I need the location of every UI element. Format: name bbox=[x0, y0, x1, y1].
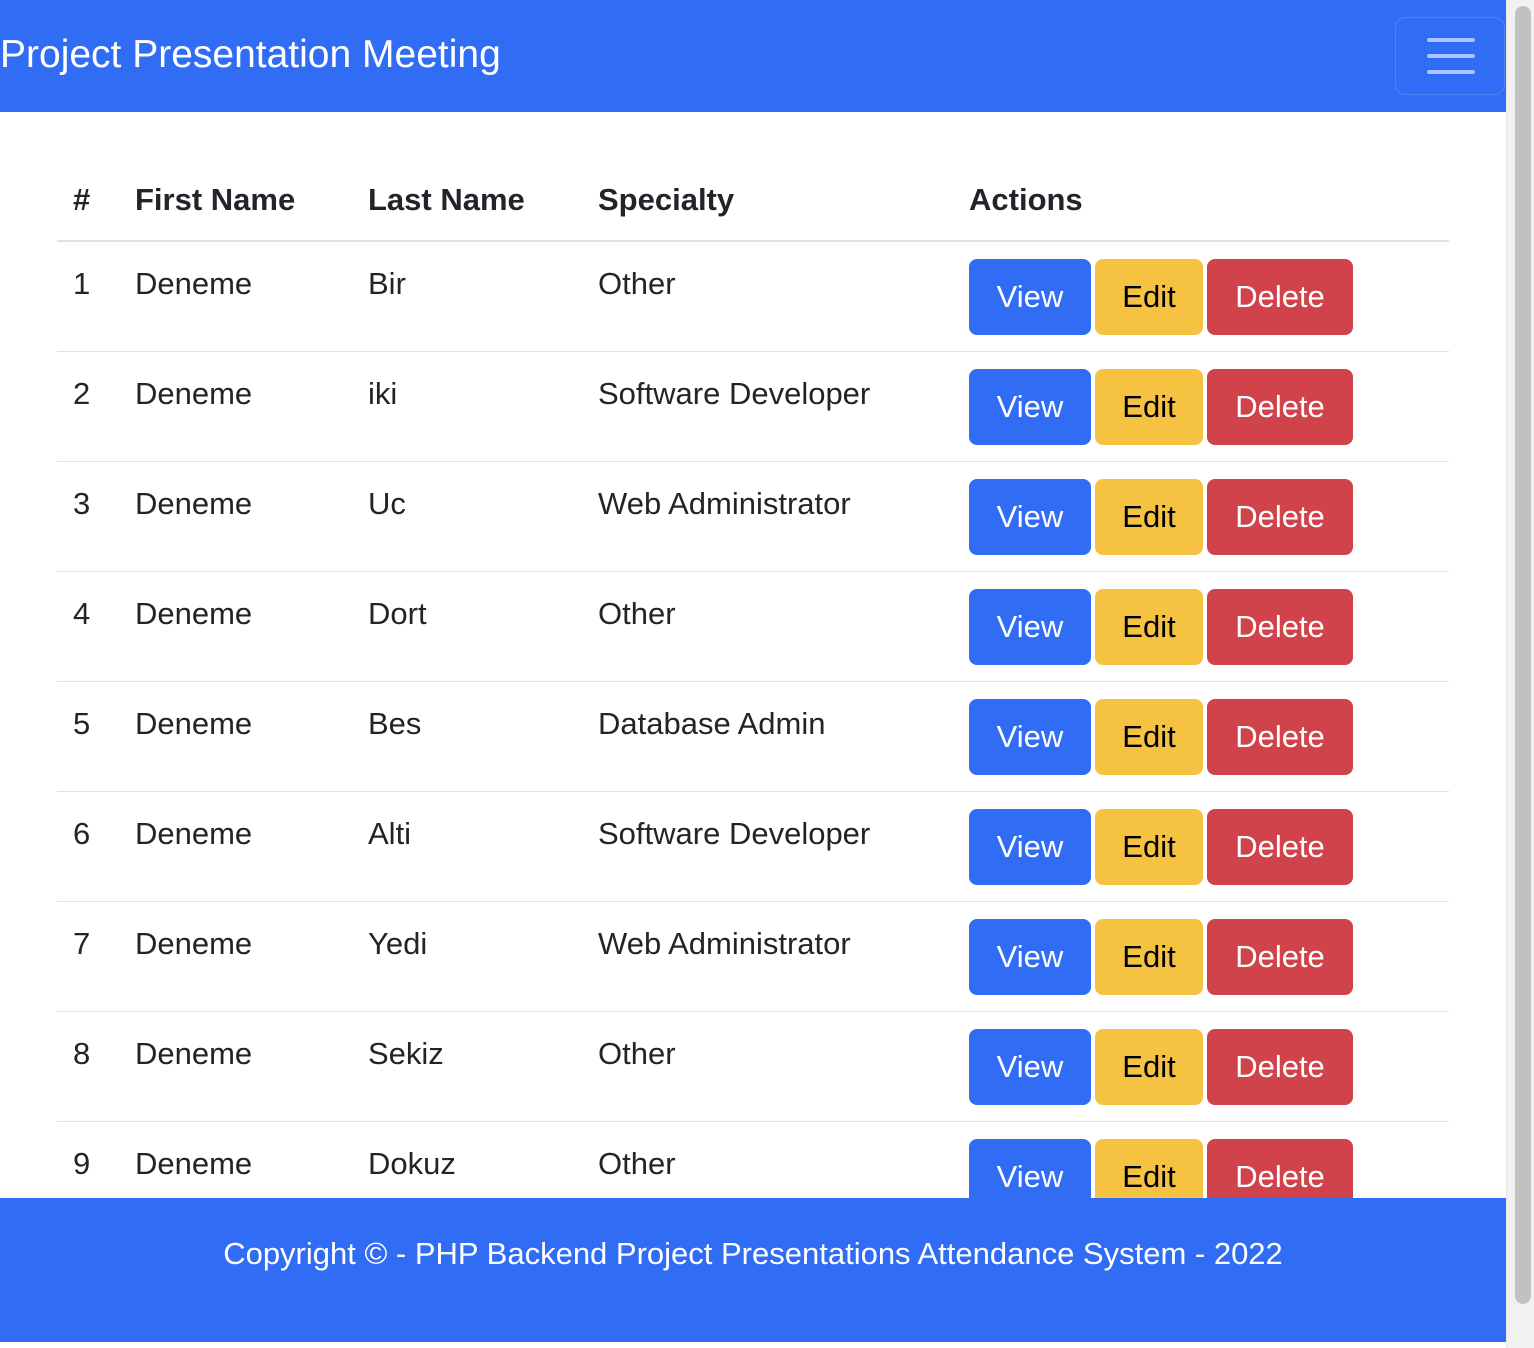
header-last-name: Last Name bbox=[352, 160, 582, 242]
cell-first-name: Deneme bbox=[119, 351, 352, 462]
delete-button[interactable]: Delete bbox=[1207, 259, 1353, 335]
cell-actions: View Edit Delete bbox=[953, 571, 1449, 682]
cell-last-name: Sekiz bbox=[352, 1011, 582, 1122]
cell-number: 6 bbox=[57, 791, 119, 902]
cell-specialty: Software Developer bbox=[582, 791, 953, 902]
cell-actions: View Edit Delete bbox=[953, 901, 1449, 1012]
edit-button[interactable]: Edit bbox=[1095, 918, 1203, 995]
edit-button[interactable]: Edit bbox=[1095, 808, 1203, 885]
delete-button[interactable]: Delete bbox=[1207, 1028, 1353, 1105]
cell-last-name: Bes bbox=[352, 681, 582, 792]
table-header-row: # First Name Last Name Specialty Actions bbox=[57, 160, 1449, 242]
delete-button[interactable]: Delete bbox=[1207, 588, 1353, 665]
cell-actions: View Edit Delete bbox=[953, 461, 1449, 572]
cell-number: 3 bbox=[57, 461, 119, 572]
footer: Copyright © - PHP Backend Project Presen… bbox=[0, 1198, 1506, 1342]
header-actions: Actions bbox=[953, 160, 1449, 242]
edit-button[interactable]: Edit bbox=[1095, 588, 1203, 665]
cell-last-name: Alti bbox=[352, 791, 582, 902]
cell-specialty: Web Administrator bbox=[582, 901, 953, 1012]
cell-first-name: Deneme bbox=[119, 1011, 352, 1122]
footer-copyright: Copyright © - PHP Backend Project Presen… bbox=[223, 1236, 1283, 1271]
cell-number: 8 bbox=[57, 1011, 119, 1122]
cell-specialty: Database Admin bbox=[582, 681, 953, 792]
cell-first-name: Deneme bbox=[119, 681, 352, 792]
cell-specialty: Other bbox=[582, 571, 953, 682]
cell-first-name: Deneme bbox=[119, 241, 352, 352]
view-button[interactable]: View bbox=[969, 478, 1091, 555]
edit-button[interactable]: Edit bbox=[1095, 259, 1203, 335]
hamburger-icon bbox=[1427, 38, 1475, 42]
cell-specialty: Other bbox=[582, 1011, 953, 1122]
cell-actions: View Edit Delete bbox=[953, 791, 1449, 902]
view-button[interactable]: View bbox=[969, 918, 1091, 995]
table-row: 8 Deneme Sekiz Other View Edit Delete bbox=[57, 1011, 1449, 1122]
cell-number: 4 bbox=[57, 571, 119, 682]
view-button[interactable]: View bbox=[969, 368, 1091, 445]
edit-button[interactable]: Edit bbox=[1095, 1028, 1203, 1105]
header-specialty: Specialty bbox=[582, 160, 953, 242]
navbar: Project Presentation Meeting bbox=[0, 0, 1506, 112]
view-button[interactable]: View bbox=[969, 259, 1091, 335]
edit-button[interactable]: Edit bbox=[1095, 698, 1203, 775]
cell-first-name: Deneme bbox=[119, 791, 352, 902]
cell-number: 1 bbox=[57, 241, 119, 352]
cell-last-name: Yedi bbox=[352, 901, 582, 1012]
cell-specialty: Web Administrator bbox=[582, 461, 953, 572]
table-row: 1 Deneme Bir Other View Edit Delete bbox=[57, 241, 1449, 352]
view-button[interactable]: View bbox=[969, 588, 1091, 665]
delete-button[interactable]: Delete bbox=[1207, 478, 1353, 555]
cell-number: 5 bbox=[57, 681, 119, 792]
table-row: 3 Deneme Uc Web Administrator View Edit De… bbox=[57, 461, 1449, 572]
delete-button[interactable]: Delete bbox=[1207, 368, 1353, 445]
scrollbar[interactable] bbox=[1506, 0, 1534, 1348]
edit-button[interactable]: Edit bbox=[1095, 368, 1203, 445]
attendees-table: # First Name Last Name Specialty Actions… bbox=[57, 160, 1449, 1232]
delete-button[interactable]: Delete bbox=[1207, 808, 1353, 885]
view-button[interactable]: View bbox=[969, 1028, 1091, 1105]
view-button[interactable]: View bbox=[969, 808, 1091, 885]
cell-last-name: Dort bbox=[352, 571, 582, 682]
cell-first-name: Deneme bbox=[119, 571, 352, 682]
edit-button[interactable]: Edit bbox=[1095, 478, 1203, 555]
cell-specialty: Software Developer bbox=[582, 351, 953, 462]
cell-specialty: Other bbox=[582, 241, 953, 352]
table-row: 6 Deneme Alti Software Developer View Edi… bbox=[57, 791, 1449, 902]
cell-first-name: Deneme bbox=[119, 901, 352, 1012]
table-row: 4 Deneme Dort Other View Edit Delete bbox=[57, 571, 1449, 682]
hamburger-icon bbox=[1427, 54, 1475, 58]
cell-actions: View Edit Delete bbox=[953, 351, 1449, 462]
delete-button[interactable]: Delete bbox=[1207, 698, 1353, 775]
cell-last-name: Bir bbox=[352, 241, 582, 352]
navbar-toggler-button[interactable] bbox=[1395, 17, 1505, 95]
navbar-brand[interactable]: Project Presentation Meeting bbox=[0, 33, 501, 77]
table-row: 7 Deneme Yedi Web Administrator View Edit… bbox=[57, 901, 1449, 1012]
cell-actions: View Edit Delete bbox=[953, 241, 1449, 352]
view-button[interactable]: View bbox=[969, 698, 1091, 775]
delete-button[interactable]: Delete bbox=[1207, 918, 1353, 995]
cell-number: 7 bbox=[57, 901, 119, 1012]
header-first-name: First Name bbox=[119, 160, 352, 242]
table-row: 5 Deneme Bes Database Admin View Edit Dele… bbox=[57, 681, 1449, 792]
cell-first-name: Deneme bbox=[119, 461, 352, 572]
cell-last-name: Uc bbox=[352, 461, 582, 572]
cell-number: 2 bbox=[57, 351, 119, 462]
cell-actions: View Edit Delete bbox=[953, 1011, 1449, 1122]
cell-actions: View Edit Delete bbox=[953, 681, 1449, 792]
scrollbar-thumb[interactable] bbox=[1515, 6, 1531, 1304]
hamburger-icon bbox=[1427, 70, 1475, 74]
page: Project Presentation Meeting # First Nam… bbox=[0, 0, 1506, 1348]
cell-last-name: iki bbox=[352, 351, 582, 462]
header-number: # bbox=[57, 160, 119, 242]
table-row: 2 Deneme iki Software Developer View Edit… bbox=[57, 351, 1449, 462]
